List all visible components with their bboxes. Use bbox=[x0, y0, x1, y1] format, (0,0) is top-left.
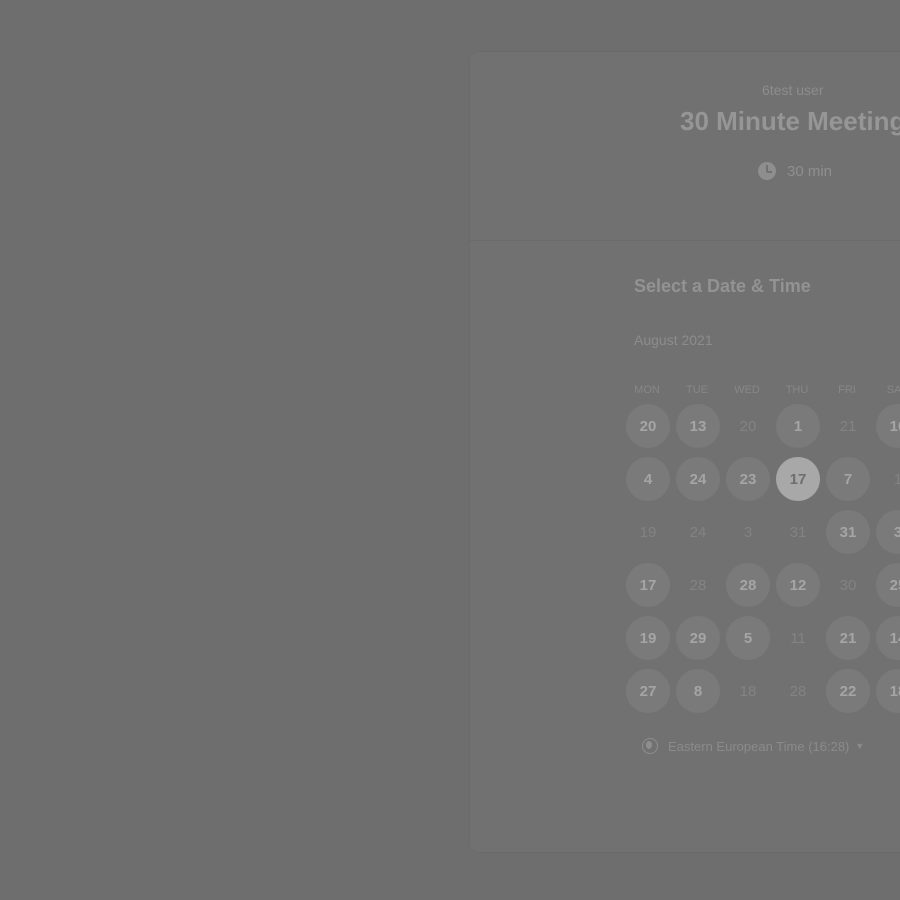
date-button: 28 bbox=[689, 576, 707, 594]
date-button[interactable]: 5 bbox=[726, 616, 770, 660]
date-button[interactable]: 19 bbox=[626, 616, 670, 660]
timezone-selector[interactable]: Eastern European Time (16:28) ▼ bbox=[642, 738, 864, 754]
date-button: 21 bbox=[839, 417, 857, 435]
date-button: 19 bbox=[639, 523, 657, 541]
date-button[interactable]: 3 bbox=[876, 510, 900, 554]
scheduling-card: 6test user 30 Minute Meeting 30 min Sele… bbox=[470, 52, 900, 852]
date-button: 24 bbox=[689, 523, 707, 541]
selected-date-button[interactable]: 17 bbox=[776, 457, 820, 501]
duration-label: 30 min bbox=[787, 162, 833, 180]
month-label: August 2021 bbox=[634, 332, 713, 348]
date-button: 20 bbox=[739, 417, 757, 435]
event-title: 30 Minute Meeting bbox=[680, 106, 900, 136]
date-button[interactable]: 13 bbox=[676, 404, 720, 448]
event-duration: 30 min bbox=[758, 162, 832, 180]
date-button[interactable]: 7 bbox=[826, 457, 870, 501]
date-button[interactable]: 22 bbox=[826, 669, 870, 713]
weekday-label-wed: WED bbox=[734, 384, 760, 396]
date-button[interactable]: 8 bbox=[676, 669, 720, 713]
chevron-down-icon: ▼ bbox=[855, 741, 865, 751]
date-button[interactable]: 1 bbox=[776, 404, 820, 448]
weekday-label-tue: TUE bbox=[686, 384, 708, 396]
date-button[interactable]: 4 bbox=[626, 457, 670, 501]
date-button[interactable]: 10 bbox=[876, 404, 900, 448]
weekday-label-sat: SAT bbox=[886, 384, 900, 396]
date-button[interactable]: 23 bbox=[726, 457, 770, 501]
date-button[interactable]: 17 bbox=[626, 563, 670, 607]
date-button[interactable]: 28 bbox=[726, 563, 770, 607]
date-button: 11 bbox=[790, 629, 806, 647]
date-button[interactable]: 27 bbox=[626, 669, 670, 713]
globe-icon bbox=[642, 738, 658, 754]
section-title: Select a Date & Time bbox=[634, 276, 811, 296]
weekday-label-mon: MON bbox=[634, 384, 660, 396]
clock-icon bbox=[758, 162, 776, 180]
date-button[interactable]: 12 bbox=[776, 563, 820, 607]
date-button: 3 bbox=[743, 523, 753, 541]
date-button: 18 bbox=[739, 682, 757, 700]
event-header: 6test user 30 Minute Meeting 30 min bbox=[470, 52, 900, 241]
host-name: 6test user bbox=[762, 82, 824, 98]
date-button[interactable]: 20 bbox=[626, 404, 670, 448]
date-button[interactable]: 14 bbox=[876, 616, 900, 660]
date-button: 28 bbox=[789, 682, 807, 700]
date-button: 31 bbox=[789, 523, 807, 541]
weekday-label-thu: THU bbox=[785, 384, 809, 396]
timezone-label: Eastern European Time (16:28) bbox=[668, 738, 850, 754]
date-button[interactable]: 21 bbox=[826, 616, 870, 660]
weekday-label-fri: FRI bbox=[838, 384, 856, 396]
date-button[interactable]: 18 bbox=[876, 669, 900, 713]
date-button: 1 bbox=[893, 470, 900, 488]
date-button: 30 bbox=[839, 576, 857, 594]
date-button[interactable]: 25 bbox=[876, 563, 900, 607]
date-button[interactable]: 31 bbox=[826, 510, 870, 554]
date-button[interactable]: 24 bbox=[676, 457, 720, 501]
date-button[interactable]: 29 bbox=[676, 616, 720, 660]
